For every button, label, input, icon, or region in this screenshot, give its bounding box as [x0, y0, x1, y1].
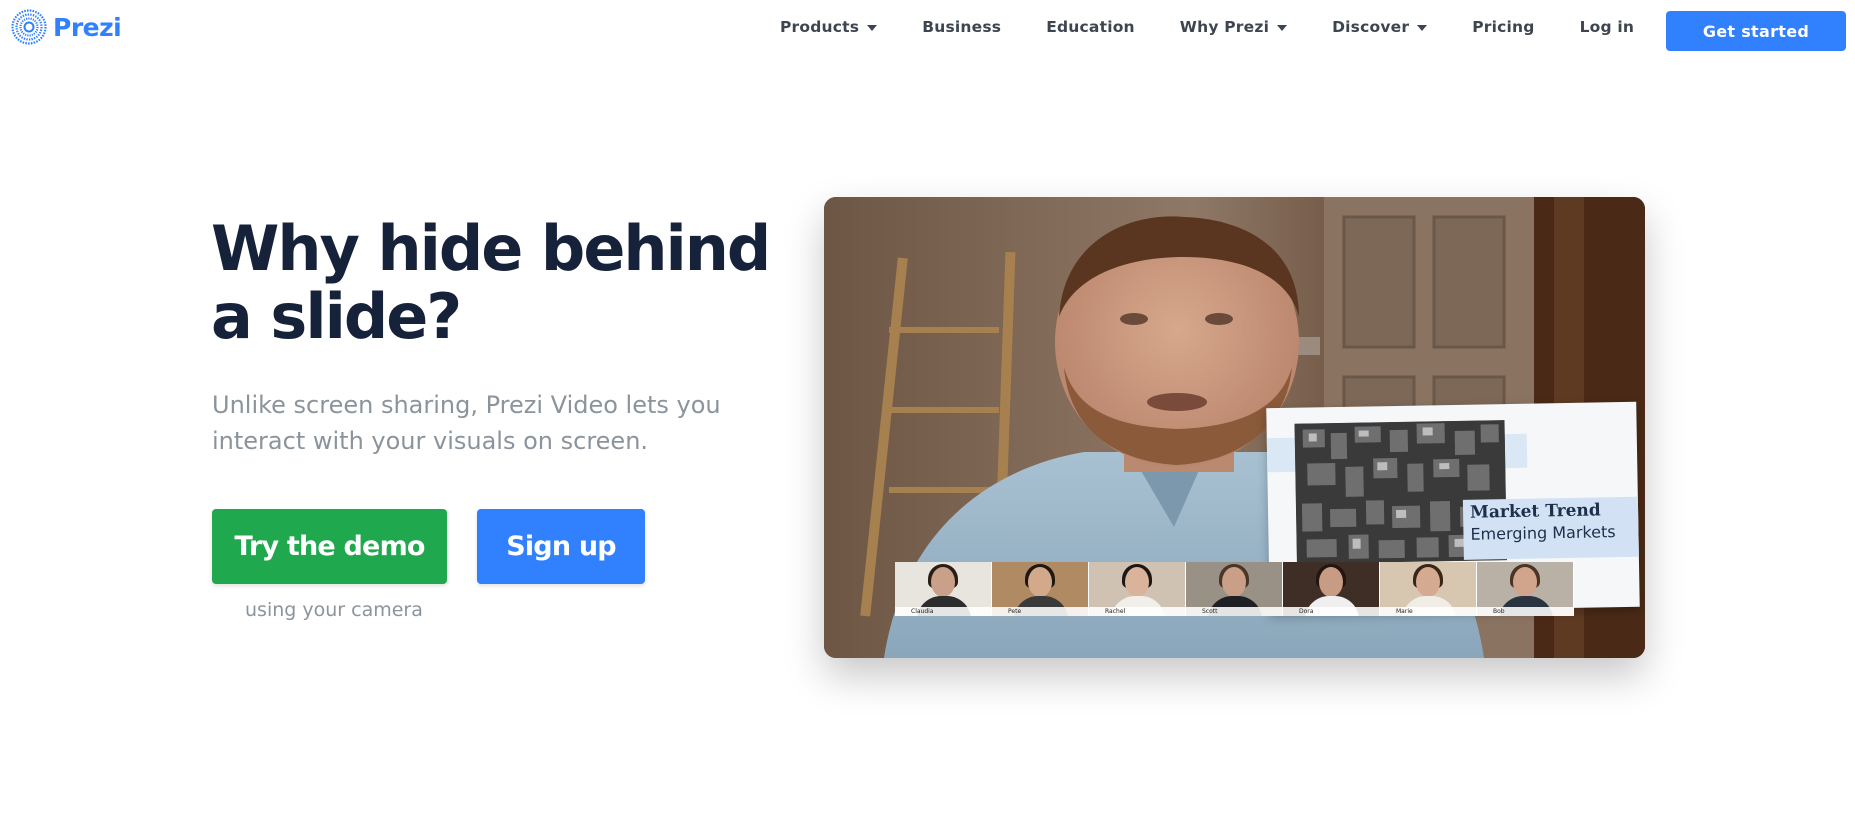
participant-name: Bob	[1477, 607, 1573, 616]
participant-tile: Pete	[992, 562, 1089, 616]
prezi-logo-icon	[11, 9, 47, 45]
nav-why-prezi-label: Why Prezi	[1179, 18, 1270, 36]
participant-tile: Dora	[1283, 562, 1380, 616]
participant-tile: Scott	[1186, 562, 1283, 616]
nav-pricing[interactable]: Pricing	[1472, 18, 1534, 36]
slide-subtitle: Emerging Markets	[1470, 522, 1616, 544]
nav-education[interactable]: Education	[1046, 18, 1135, 36]
chevron-down-icon	[867, 25, 878, 31]
nav-why-prezi[interactable]: Why Prezi	[1179, 18, 1288, 36]
hero-video-preview[interactable]: Market Trend Emerging Markets Claudia Pe…	[824, 197, 1645, 658]
participant-name: Dora	[1283, 607, 1379, 616]
participant-name: Rachel	[1089, 607, 1185, 616]
try-demo-button[interactable]: Try the demo	[212, 509, 447, 584]
nav-business-label: Business	[922, 18, 1002, 36]
site-header: Prezi Products Business Education Why Pr…	[0, 0, 1855, 62]
brand-name: Prezi	[53, 12, 122, 42]
nav-business[interactable]: Business	[922, 18, 1001, 36]
main-nav: Products Business Education Why Prezi Di…	[780, 18, 1634, 36]
nav-log-in-label: Log in	[1579, 18, 1635, 36]
nav-discover[interactable]: Discover	[1332, 18, 1428, 36]
participant-tile: Rachel	[1089, 562, 1186, 616]
hero-subtitle: Unlike screen sharing, Prezi Video lets …	[212, 391, 721, 455]
demo-note: using your camera	[245, 599, 423, 621]
nav-discover-label: Discover	[1332, 18, 1410, 36]
sign-up-button[interactable]: Sign up	[477, 509, 645, 584]
participant-name: Pete	[992, 607, 1088, 616]
nav-pricing-label: Pricing	[1472, 18, 1535, 36]
participant-tile: Claudia	[895, 562, 992, 616]
nav-education-label: Education	[1046, 18, 1135, 36]
get-started-button[interactable]: Get started	[1666, 11, 1846, 51]
nav-log-in[interactable]: Log in	[1580, 18, 1635, 36]
chevron-down-icon	[1277, 25, 1288, 31]
prezi-logo[interactable]: Prezi	[11, 9, 122, 45]
chevron-down-icon	[1417, 25, 1428, 31]
nav-products[interactable]: Products	[780, 18, 878, 36]
participant-tile: Bob	[1477, 562, 1574, 616]
hero-title: Why hide behind a slide?	[211, 212, 771, 353]
nav-products-label: Products	[780, 18, 860, 36]
participant-tile: Marie	[1380, 562, 1477, 616]
slide-title: Market Trend	[1469, 500, 1601, 523]
participants-strip: Claudia Pete Rachel Scott Dora Marie Bob	[895, 562, 1574, 616]
participant-name: Scott	[1186, 607, 1282, 616]
participant-name: Marie	[1380, 607, 1476, 616]
participant-name: Claudia	[895, 607, 991, 616]
